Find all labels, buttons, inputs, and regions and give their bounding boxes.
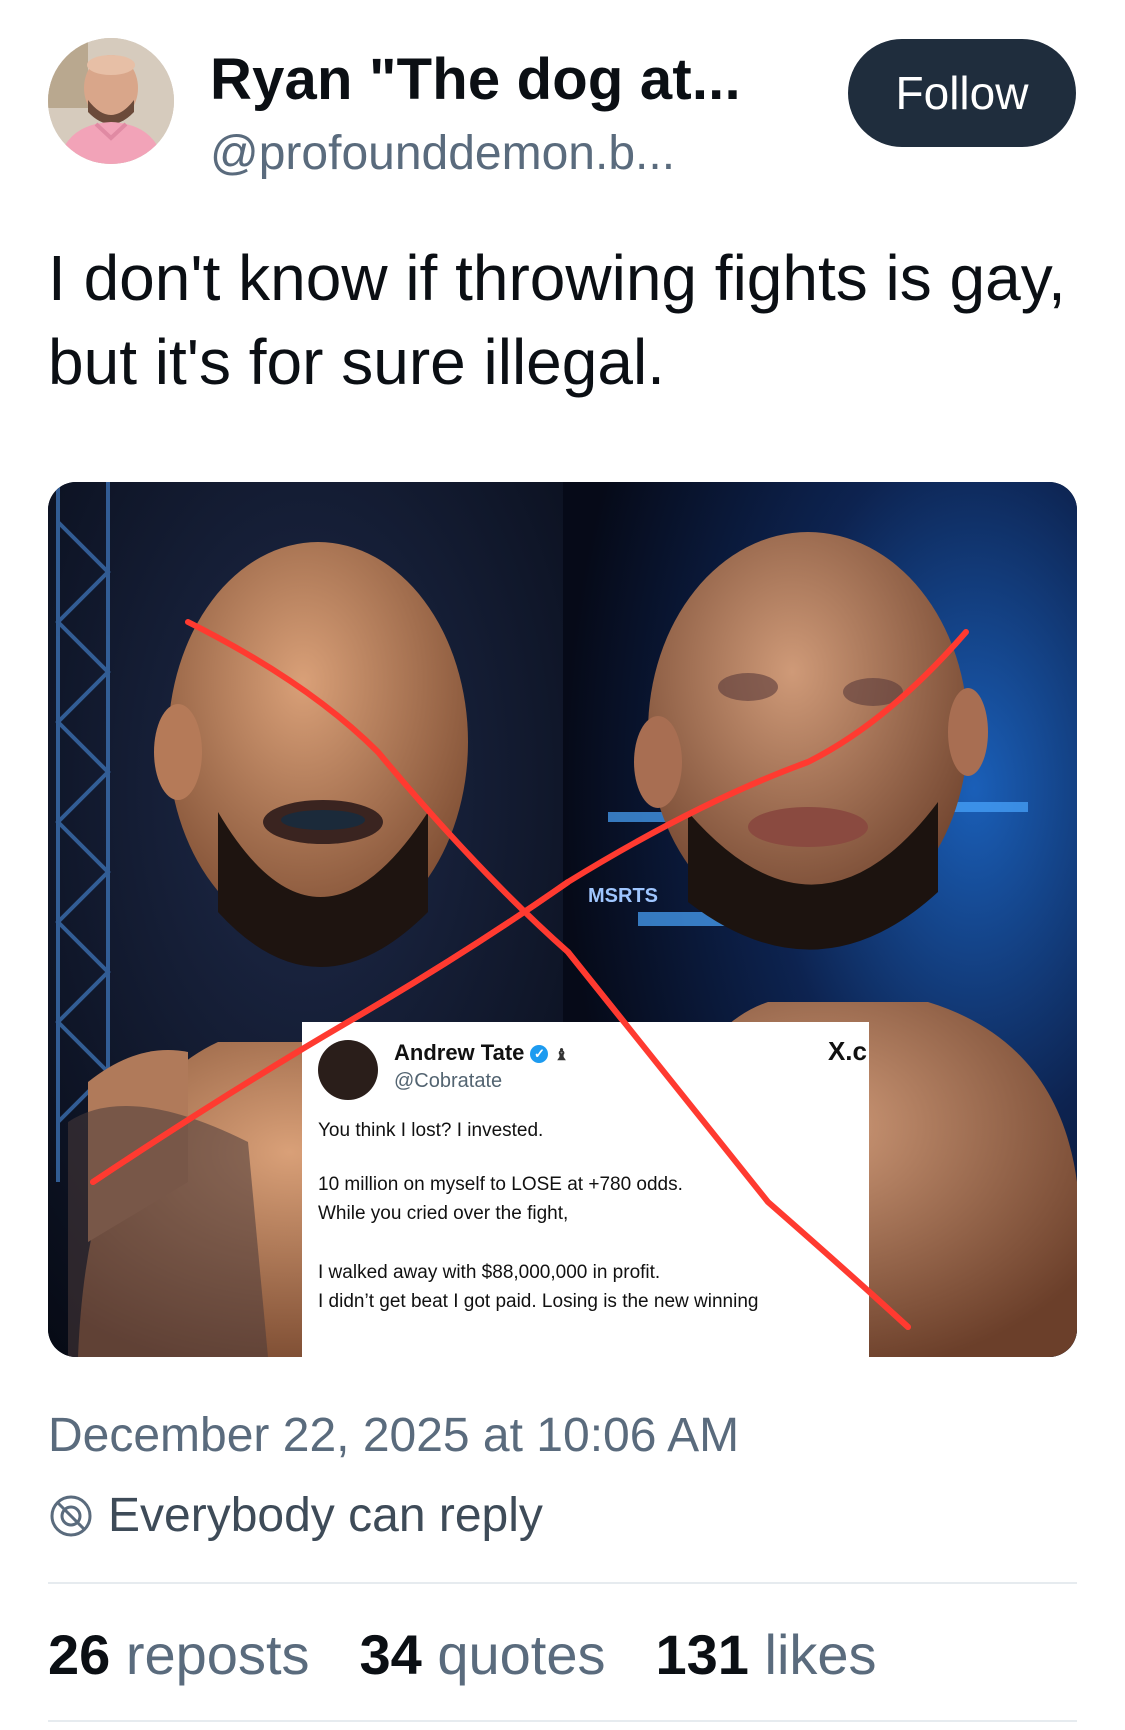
follow-button[interactable]: Follow	[848, 39, 1076, 147]
quote-line: While you cried over the fight,	[318, 1203, 569, 1224]
quotes-label: quotes	[437, 1623, 606, 1686]
post-timestamp[interactable]: December 22, 2025 at 10:06 AM	[48, 1408, 739, 1463]
reply-restriction-icon	[50, 1495, 92, 1536]
post-text: I don't know if throwing fights is gay, …	[48, 242, 1066, 398]
quote-line: 10 million on myself to LOSE at +780 odd…	[318, 1174, 683, 1195]
post-image[interactable]: MSRTS Andrew Tate ✓ ♝ @Cobratate X.c You t…	[48, 482, 1077, 1357]
likes-stat[interactable]: 131 likes	[656, 1622, 877, 1687]
engagement-stats: 26 reposts 34 quotes 131 likes	[48, 1622, 927, 1687]
divider	[48, 1582, 1077, 1584]
badge-icon: ♝	[554, 1047, 569, 1064]
embedded-avatar	[318, 1040, 378, 1100]
author-avatar[interactable]	[48, 38, 174, 164]
reply-setting-label: Everybody can reply	[108, 1489, 543, 1542]
verified-icon: ✓	[530, 1045, 549, 1063]
embedded-handle: @Cobratate	[394, 1070, 503, 1092]
reposts-label: reposts	[125, 1623, 310, 1686]
reposts-count: 26	[48, 1623, 111, 1686]
divider	[48, 1720, 1077, 1722]
x-logo: X.c	[827, 1036, 867, 1066]
quotes-count: 34	[359, 1623, 422, 1686]
quote-line: You think I lost? I invested.	[318, 1120, 544, 1141]
quotes-stat[interactable]: 34 quotes	[360, 1622, 606, 1687]
reply-setting: Everybody can reply	[48, 1488, 543, 1543]
likes-count: 131	[655, 1623, 749, 1686]
likes-label: likes	[764, 1623, 877, 1686]
arena-banner: MSRTS	[588, 885, 658, 907]
avatar-photo	[48, 38, 174, 164]
author-handle[interactable]: @profounddemon.b...	[210, 126, 675, 181]
author-name[interactable]: Ryan "The dog at...	[210, 46, 741, 113]
reposts-stat[interactable]: 26 reposts	[48, 1622, 310, 1687]
embedded-quote-card: Andrew Tate ✓ ♝ @Cobratate X.c You think I…	[302, 1022, 869, 1357]
quote-line: I didn’t get beat I got paid. Losing is …	[318, 1291, 759, 1312]
embedded-author: Andrew Tate ✓ ♝	[394, 1040, 569, 1065]
quote-line: I walked away with $88,000,000 in profit…	[318, 1262, 661, 1283]
